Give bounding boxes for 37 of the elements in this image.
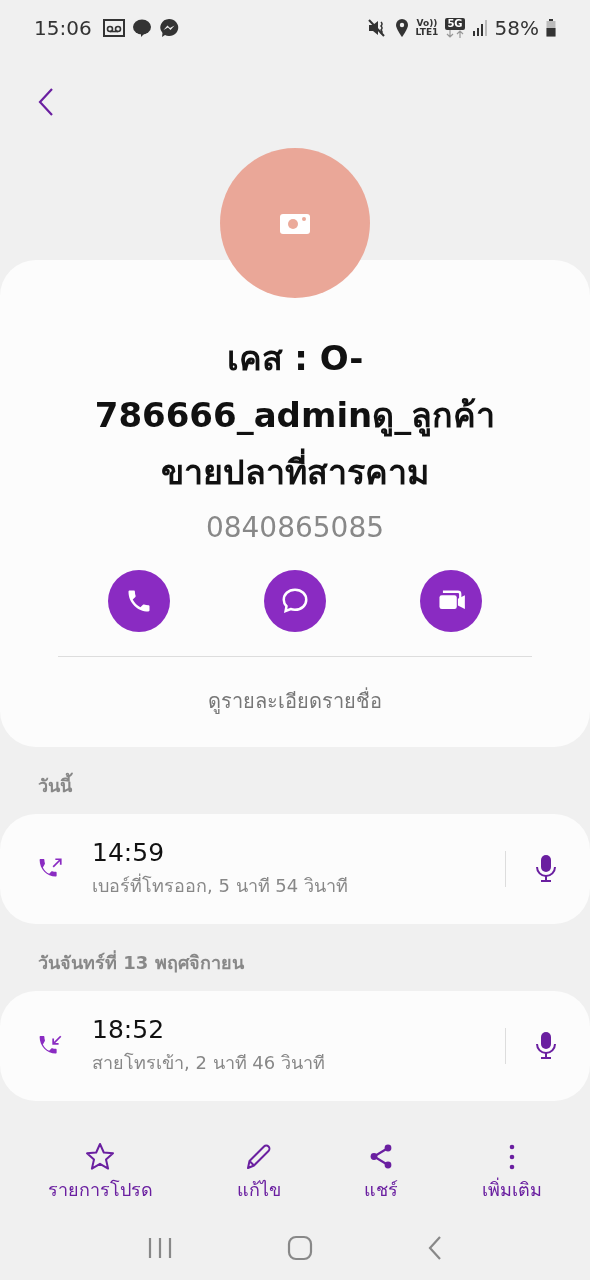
date-header: วันนี้: [0, 747, 590, 814]
microphone-icon[interactable]: [534, 854, 558, 884]
location-icon: [394, 18, 409, 38]
phone-number: 0840865085: [205, 511, 385, 544]
star-icon: [84, 1140, 117, 1173]
call-description: สายโทรเข้า, 2 นาที 46 วินาที: [92, 1051, 326, 1075]
messenger-icon: [158, 18, 179, 38]
call-time: 14:59: [92, 838, 166, 867]
contact-name: เคส : O-786666_adminดู_ลูกค้าขายปลาที่สารคาม: [93, 337, 497, 494]
call-description: เบอร์ที่โทรออก, 5 นาที 54 วินาที: [92, 872, 349, 898]
volte-label: Vo)): [416, 19, 438, 28]
lte-label: LTE1: [415, 28, 439, 37]
more-button[interactable]: เพิ่มเติม: [482, 1140, 543, 1204]
voicemail-icon: [102, 19, 125, 37]
network-label: 5G: [445, 18, 465, 30]
microphone-icon[interactable]: [534, 1031, 558, 1061]
mute-icon: [367, 19, 388, 37]
edit-button[interactable]: แก้ไข: [236, 1140, 281, 1204]
camera-icon: [280, 212, 310, 234]
status-time: 15:06: [34, 16, 92, 40]
home-icon[interactable]: [287, 1235, 313, 1261]
date-header: วันจันทร์ที่ 13 พฤศจิกายน: [37, 949, 245, 975]
call-time: 18:52: [92, 1015, 166, 1044]
view-details-link[interactable]: ดูรายละเอียดรายชื่อ: [208, 685, 382, 717]
battery-percent: 58%: [494, 16, 539, 40]
call-log-entry[interactable]: 14:59 เบอร์ที่โทรออก, 5 นาที 54 วินาที: [0, 814, 590, 924]
recent-apps-icon[interactable]: [147, 1236, 173, 1260]
share-button[interactable]: แชร์: [364, 1140, 399, 1204]
back-icon[interactable]: [38, 87, 54, 117]
favorite-button[interactable]: รายการโปรด: [47, 1140, 153, 1204]
back-nav-icon[interactable]: [427, 1235, 443, 1261]
signal-icon: [471, 19, 488, 37]
chat-bubble-icon: [131, 18, 152, 38]
chat-bubble-icon: [280, 586, 310, 616]
battery-icon: [546, 19, 556, 37]
data-arrows-icon: [445, 30, 464, 38]
call-log-entry[interactable]: 18:52 สายโทรเข้า, 2 นาที 46 วินาที: [0, 991, 590, 1101]
